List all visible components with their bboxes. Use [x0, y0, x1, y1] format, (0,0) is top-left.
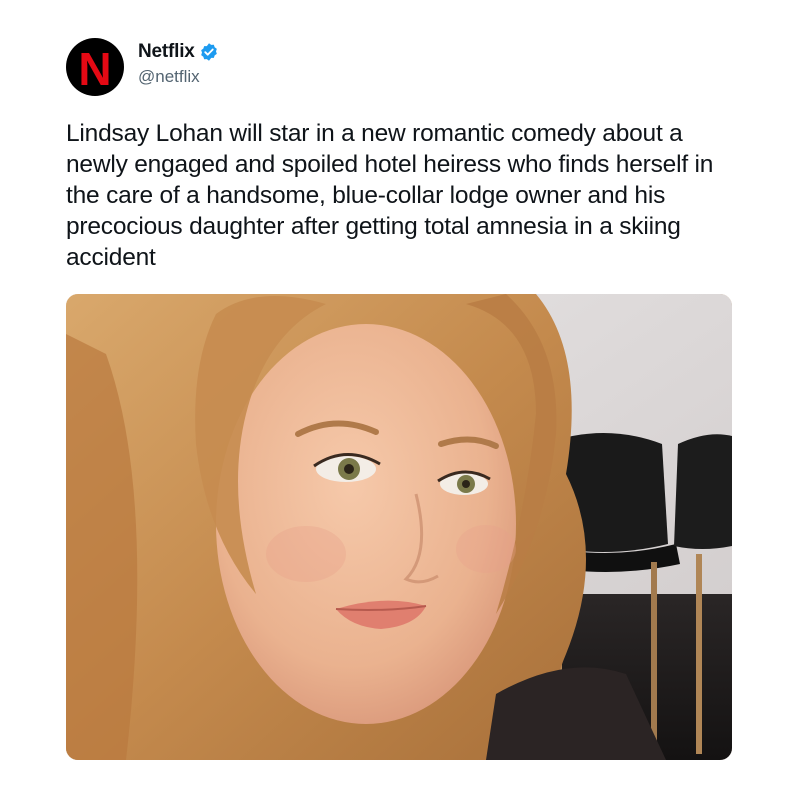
avatar[interactable]: N: [66, 38, 124, 96]
tweet-text: Lindsay Lohan will star in a new romanti…: [66, 120, 714, 271]
display-name-row: Netflix: [138, 40, 219, 64]
verified-badge-icon: [199, 42, 219, 62]
account-names: Netflix @netflix: [138, 40, 219, 87]
tweet-photo[interactable]: [66, 294, 732, 760]
tweet-card: N Netflix @netflix Lindsay Lohan will st…: [0, 0, 800, 800]
netflix-logo-letter: N: [78, 44, 111, 90]
netflix-logo-icon: N: [78, 44, 111, 90]
display-name[interactable]: Netflix: [138, 41, 195, 63]
photo-selfie-illustration: [66, 294, 732, 760]
account-handle[interactable]: @netflix: [138, 67, 219, 87]
